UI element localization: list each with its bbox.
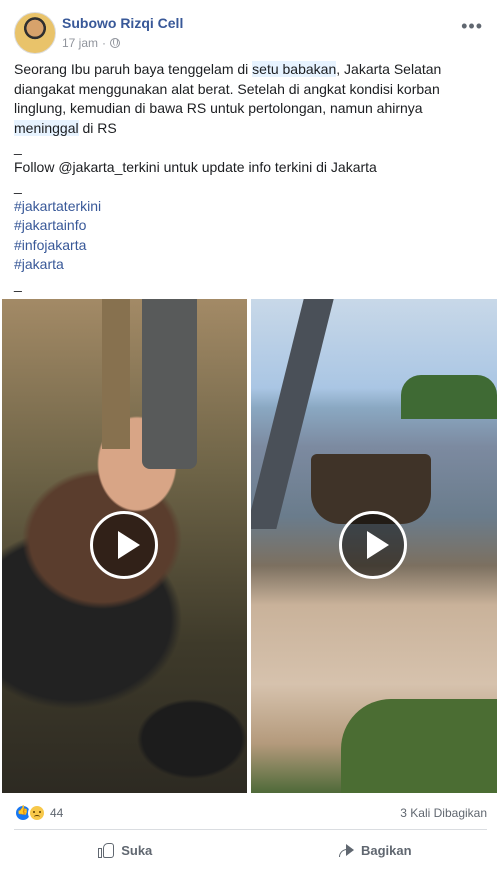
thumbs-up-icon bbox=[97, 841, 115, 859]
like-button[interactable]: Suka bbox=[0, 832, 250, 868]
post-paragraph: Seorang Ibu paruh baya tenggelam di setu… bbox=[14, 61, 442, 136]
avatar[interactable] bbox=[14, 12, 56, 54]
video-thumbnail-1[interactable] bbox=[2, 299, 247, 793]
more-options-icon[interactable]: ••• bbox=[461, 16, 483, 37]
share-arrow-icon bbox=[337, 841, 355, 859]
separator: _ bbox=[14, 178, 22, 194]
hashtag-link[interactable]: #jakarta bbox=[14, 255, 486, 275]
post-header: Subowo Rizqi Cell 17 jam · ••• bbox=[14, 12, 489, 56]
post-text: Seorang Ibu paruh baya tenggelam di setu… bbox=[14, 60, 486, 294]
hashtag-link[interactable]: #jakartainfo bbox=[14, 216, 486, 236]
media-grid bbox=[0, 299, 499, 793]
reactions-summary[interactable]: 44 bbox=[14, 804, 63, 822]
share-button-label: Bagikan bbox=[360, 842, 412, 858]
hashtag-link[interactable]: #jakartaterkini bbox=[14, 197, 486, 217]
like-button-label: Suka bbox=[121, 842, 153, 858]
highlight-link-setu-babakan[interactable]: setu babakan bbox=[252, 61, 337, 77]
sad-icon bbox=[28, 804, 46, 822]
play-icon[interactable] bbox=[90, 511, 158, 579]
share-count[interactable]: 3 Kali Dibagikan bbox=[400, 806, 487, 820]
globe-icon bbox=[110, 38, 121, 48]
divider bbox=[14, 829, 487, 830]
author-name[interactable]: Subowo Rizqi Cell bbox=[62, 15, 183, 31]
share-button[interactable]: Bagikan bbox=[250, 832, 499, 868]
play-icon[interactable] bbox=[339, 511, 407, 579]
post-stats: 44 3 Kali Dibagikan bbox=[14, 804, 487, 824]
reaction-count: 44 bbox=[50, 806, 64, 820]
highlight-link-meninggal[interactable]: meninggal bbox=[14, 119, 79, 136]
post-meta: 17 jam · bbox=[62, 36, 121, 50]
action-bar: Suka Bagikan bbox=[0, 832, 499, 868]
video-thumbnail-2[interactable] bbox=[251, 299, 497, 793]
hashtag-link[interactable]: #infojakarta bbox=[14, 236, 486, 256]
follow-text: Follow @jakarta_terkini untuk update inf… bbox=[14, 158, 377, 175]
separator: _ bbox=[14, 139, 22, 155]
separator: _ bbox=[14, 275, 22, 292]
post-timestamp[interactable]: 17 jam bbox=[62, 36, 98, 50]
